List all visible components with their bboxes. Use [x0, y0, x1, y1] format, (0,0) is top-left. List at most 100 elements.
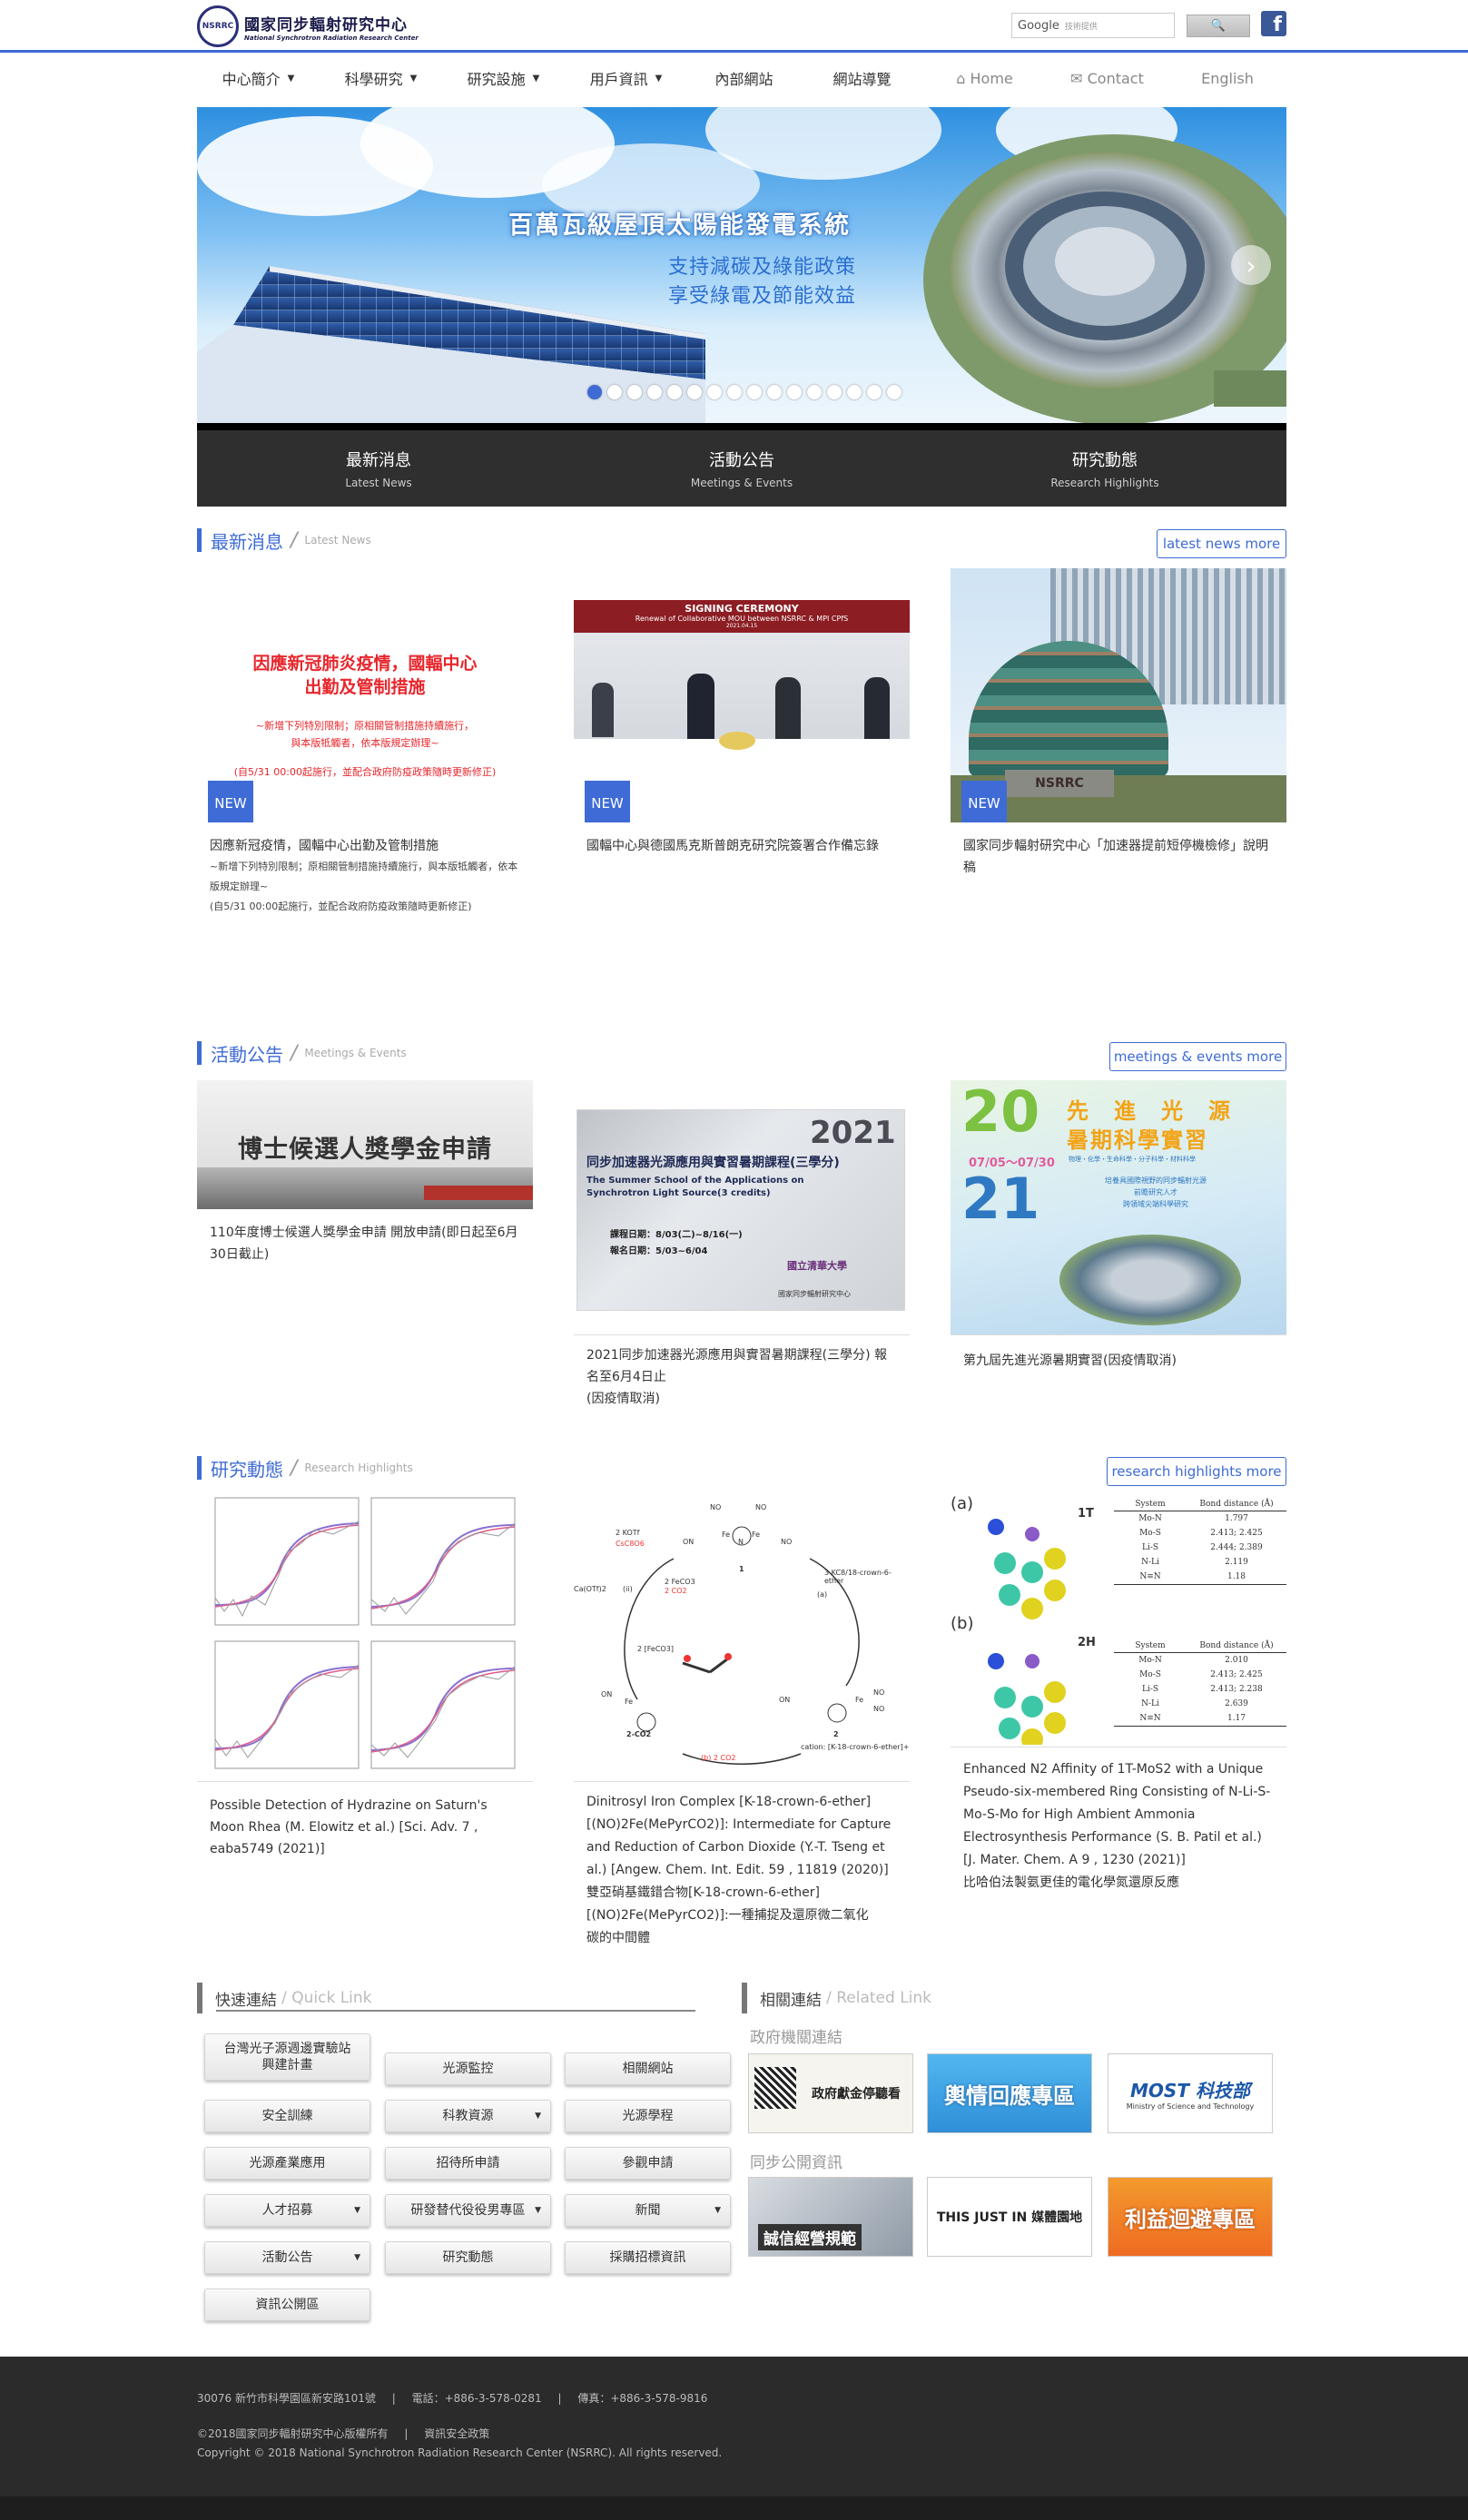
quick-link-button[interactable]: 科教資源 ▼	[385, 2100, 551, 2132]
banner-dot[interactable]	[607, 385, 622, 399]
site-logo[interactable]: NSRRC 國家同步輻射研究中心 National Synchrotron Ra…	[197, 5, 435, 47]
summer-camp-image[interactable]: 20 21 先 進 光 源 暑期科學實習 07/05～07/30 物理・化學・生…	[951, 1080, 1286, 1334]
facebook-icon[interactable]: f	[1261, 11, 1286, 36]
gov-link-most[interactable]: MOST 科技部 Ministry of Science and Technol…	[1108, 2053, 1273, 2133]
nav-item[interactable]: 內部網站	[687, 60, 801, 96]
research-line[interactable]: Electrosynthesis Performance (S. B. Pati…	[963, 1826, 1274, 1849]
research-line[interactable]: [(NO)2Fe(MePyrCO2)]:一種捕捉及還原微二氧化	[586, 1905, 897, 1927]
event-title[interactable]: 第九屆先進光源暑期實習(因疫情取消)	[963, 1350, 1274, 1372]
news-title[interactable]: 國家同步輻射研究中心「加速器提前短停機檢修」說明稿	[963, 835, 1274, 879]
hero-banner[interactable]: 百萬瓦級屋頂太陽能發電系統 支持減碳及綠能政策 享受綠電及節能效益 ›	[197, 107, 1286, 423]
reaction-cycle-image[interactable]: 2 KOTf CsC8O6 Ca(OTf)2 (ii) 2 FeCO3 2 CO…	[574, 1491, 910, 1781]
search-input[interactable]: Google 技術提供	[1011, 13, 1175, 38]
research-card-1[interactable]: Possible Detection of Hydrazine on Satur…	[197, 1491, 533, 1871]
quick-link-button[interactable]: 資訊公開區	[204, 2289, 370, 2321]
banner-dot[interactable]	[627, 385, 642, 399]
research-line[interactable]: Dinitrosyl Iron Complex [K-18-crown-6-et…	[586, 1791, 897, 1814]
research-line[interactable]: [J. Mater. Chem. A 9 , 1230 (2021)]	[963, 1849, 1274, 1872]
news-card-3[interactable]: NSRRC NEW 國家同步輻射研究中心「加速器提前短停機檢修」說明稿	[951, 568, 1286, 890]
banner-dot[interactable]	[807, 385, 822, 399]
quick-link-button[interactable]: 參觀申請	[565, 2147, 731, 2180]
event-card-1[interactable]: 博士候選人獎學金申請 110年度博士候選人獎學金申請 開放申請(即日起至6月30…	[197, 1080, 533, 1276]
banner-dot[interactable]	[707, 385, 722, 399]
events-more-button[interactable]: meetings & events more	[1109, 1042, 1286, 1071]
nav-item[interactable]: 科學研究 ▼	[320, 60, 442, 96]
banner-dot[interactable]	[727, 385, 742, 399]
research-more-button[interactable]: research highlights more	[1107, 1457, 1286, 1486]
quick-link-button[interactable]: 人才招募 ▼	[204, 2194, 370, 2227]
nav-item[interactable]: ✉ Contact	[1046, 60, 1168, 96]
nav-item[interactable]: 用戶資訊 ▼	[565, 60, 687, 96]
pub-link-conflict[interactable]: 利益迴避專區	[1108, 2177, 1273, 2257]
banner-dot[interactable]	[847, 385, 862, 399]
mos2-structure-image[interactable]: (a) (b) 1T 2H System Bond distance (Å) Mo…	[951, 1491, 1286, 1747]
event-card-3[interactable]: 20 21 先 進 光 源 暑期科學實習 07/05～07/30 物理・化學・生…	[951, 1080, 1286, 1383]
event-card-2[interactable]: 2021 同步加速器光源應用與實習暑期課程(三學分) The Summer Sc…	[574, 1080, 910, 1421]
news-title[interactable]: 因應新冠疫情，國輻中心出勤及管制措施	[210, 835, 520, 857]
quick-link-button[interactable]: 採購招標資訊	[565, 2241, 731, 2274]
research-line[interactable]: Enhanced N2 Affinity of 1T-MoS2 with a U…	[963, 1758, 1274, 1781]
event-title[interactable]: 110年度博士候選人獎學金申請 開放申請(即日起至6月30日截止)	[210, 1222, 520, 1265]
banner-dot[interactable]	[647, 385, 662, 399]
banner-dot[interactable]	[767, 385, 782, 399]
research-line[interactable]: al.) [Angew. Chem. Int. Edit. 59 , 11819…	[586, 1859, 897, 1882]
nav-item[interactable]: 網站導覽	[801, 60, 923, 96]
banner-dot[interactable]	[867, 385, 882, 399]
search-button[interactable]: 🔍	[1187, 15, 1250, 37]
banner-dot[interactable]	[787, 385, 802, 399]
nav-item[interactable]: English	[1168, 60, 1286, 96]
spectra-plot-image[interactable]	[197, 1491, 533, 1781]
quick-link-button[interactable]: 相關網站	[565, 2052, 731, 2085]
banner-dot[interactable]	[687, 385, 702, 399]
banner-dot[interactable]	[827, 385, 842, 399]
footer-security-link[interactable]: 資訊安全政策	[424, 2427, 489, 2440]
quick-link-button[interactable]: 招待所申請	[385, 2147, 551, 2180]
quick-link-button[interactable]: 新聞 ▼	[565, 2194, 731, 2227]
research-line[interactable]: [(NO)2Fe(MePyrCO2)]: Intermediate for Ca…	[586, 1814, 897, 1836]
tab-research-highlights[interactable]: 研究動態 Research Highlights	[923, 430, 1286, 507]
pub-link-media[interactable]: THIS JUST IN 媒體園地	[927, 2177, 1092, 2257]
quick-link-button[interactable]: 研發替代役役男專區 ▼	[385, 2194, 551, 2227]
pub-link-integrity[interactable]: 誠信經營規範	[748, 2177, 913, 2257]
news-card-2[interactable]: SIGNING CEREMONY Renewal of Collaborativ…	[574, 568, 910, 868]
research-line[interactable]: Possible Detection of Hydrazine on Satur…	[210, 1795, 520, 1816]
signing-ceremony-image[interactable]: SIGNING CEREMONY Renewal of Collaborativ…	[574, 568, 910, 822]
event-title[interactable]: 2021同步加速器光源應用與實習暑期課程(三學分) 報名至6月4日止	[586, 1344, 897, 1388]
nav-item[interactable]: 研究設施 ▼	[442, 60, 565, 96]
banner-dot[interactable]	[887, 385, 901, 399]
tab-latest-news[interactable]: 最新消息 Latest News	[197, 430, 560, 507]
quick-link-button[interactable]: 活動公告 ▼	[204, 2241, 370, 2274]
gov-link-donation[interactable]: 政府獻金停聽看	[748, 2053, 913, 2133]
banner-dot[interactable]	[667, 385, 682, 399]
gov-link-public-opinion[interactable]: 輿情回應專區	[927, 2053, 1092, 2133]
nav-item[interactable]: 中心簡介 ▼	[197, 60, 320, 96]
banner-dot[interactable]	[747, 385, 762, 399]
scholarship-image[interactable]: 博士候選人獎學金申請	[197, 1080, 533, 1209]
covid-notice-image[interactable]: 因應新冠肺炎疫情，國輻中心 出勤及管制措施 ~新增下列特別限制；原相關管制措施持…	[197, 568, 533, 822]
quick-link-button[interactable]: 安全訓練	[204, 2100, 370, 2132]
quick-link-button[interactable]: 光源學程	[565, 2100, 731, 2132]
building-image[interactable]: NSRRC NEW	[951, 568, 1286, 822]
quick-link-button[interactable]: 研究動態	[385, 2241, 551, 2274]
research-line[interactable]: eaba5749 (2021)]	[210, 1838, 520, 1860]
news-title[interactable]: 國輻中心與德國馬克斯普朗克研究院簽署合作備忘錄	[586, 835, 897, 857]
quick-link-button[interactable]: 台灣光子源週邊實驗站興建計畫	[204, 2033, 370, 2081]
news-card-1[interactable]: 因應新冠肺炎疫情，國輻中心 出勤及管制措施 ~新增下列特別限制；原相關管制措施持…	[197, 568, 533, 928]
quick-link-button[interactable]: 光源產業應用	[204, 2147, 370, 2180]
quick-link-button[interactable]: 光源監控	[385, 2052, 551, 2085]
research-line[interactable]: 比哈伯法製氨更佳的電化學氮還原反應	[963, 1872, 1274, 1895]
research-line[interactable]: and Reduction of Carbon Dioxide (Y.-T. T…	[586, 1836, 897, 1859]
summer-school-image[interactable]: 2021 同步加速器光源應用與實習暑期課程(三學分) The Summer Sc…	[574, 1080, 910, 1334]
research-line[interactable]: Mo-S-Mo for High Ambient Ammonia	[963, 1804, 1274, 1826]
research-line[interactable]: Pseudo-six-membered Ring Consisting of N…	[963, 1781, 1274, 1804]
banner-next-arrow[interactable]: ›	[1231, 245, 1271, 285]
research-card-2[interactable]: 2 KOTf CsC8O6 Ca(OTf)2 (ii) 2 FeCO3 2 CO…	[574, 1491, 910, 1961]
research-line[interactable]: 碳的中間體	[586, 1927, 897, 1950]
tab-meetings-events[interactable]: 活動公告 Meetings & Events	[560, 430, 923, 507]
latest-news-more-button[interactable]: latest news more	[1157, 529, 1286, 558]
research-card-3[interactable]: (a) (b) 1T 2H System Bond distance (Å) Mo…	[951, 1491, 1286, 1905]
research-line[interactable]: Moon Rhea (M. Elowitz et al.) [Sci. Adv.…	[210, 1816, 520, 1838]
nav-item[interactable]: ⌂ Home	[923, 60, 1046, 96]
research-line[interactable]: 雙亞硝基鐵錯合物[K-18-crown-6-ether]	[586, 1882, 897, 1905]
banner-dot[interactable]	[587, 385, 602, 399]
